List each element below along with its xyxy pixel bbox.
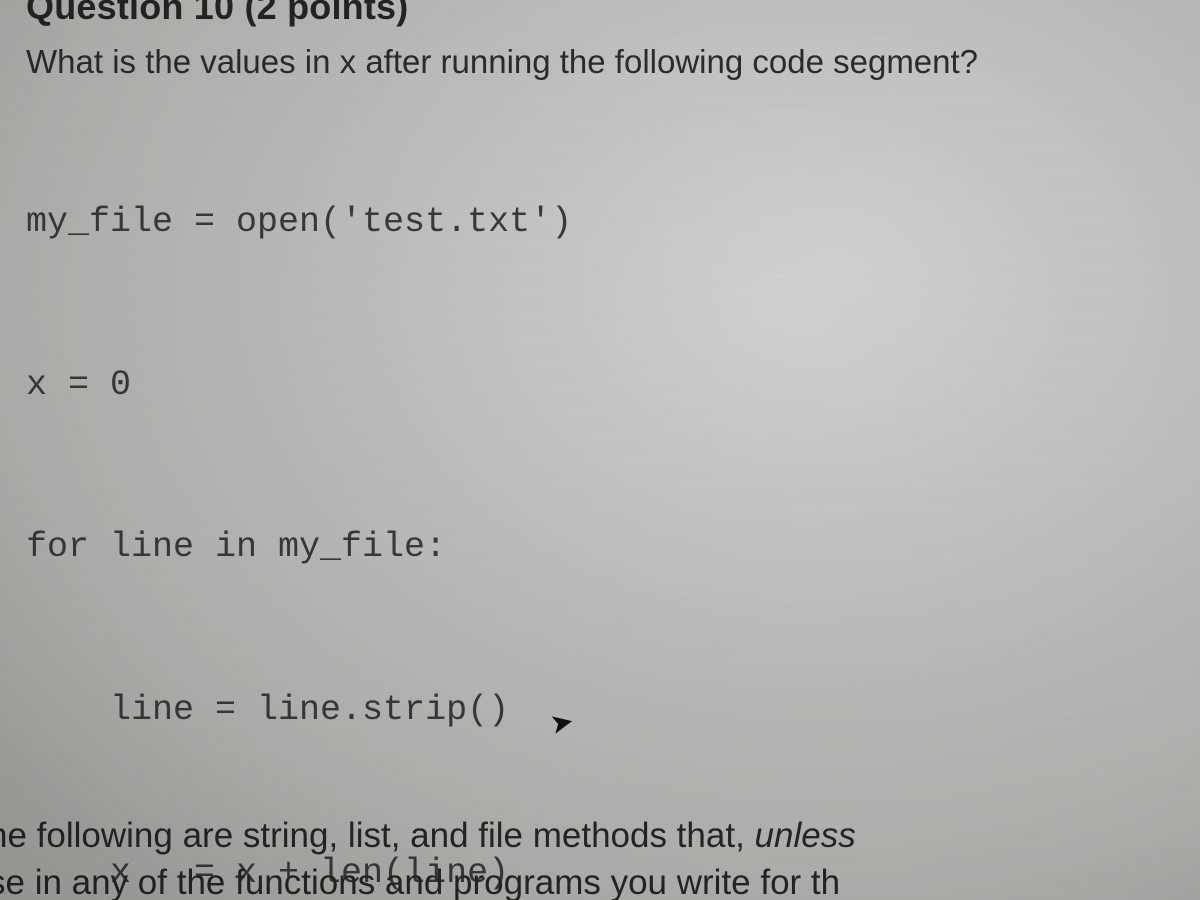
- footer-text: he following are string, list, and file …: [0, 812, 1200, 900]
- footer-line1-a: he following are string, list, and file …: [0, 816, 755, 855]
- code-line: for line in my_file:: [26, 520, 1174, 574]
- question-page: Question 10 (2 points) What is the value…: [0, 0, 1200, 900]
- question-prompt: What is the values in x after running th…: [26, 44, 1174, 80]
- question-header: Question 10 (2 points): [26, 0, 1174, 28]
- code-segment: my_file = open('test.txt') x = 0 for lin…: [26, 86, 1174, 900]
- code-line: line = line.strip(): [26, 683, 1174, 737]
- code-line: my_file = open('test.txt'): [26, 195, 1174, 249]
- footer-line1-em: unless: [755, 816, 856, 855]
- footer-line2: se in any of the functions and programs …: [0, 863, 840, 900]
- code-line: x = 0: [26, 358, 1174, 412]
